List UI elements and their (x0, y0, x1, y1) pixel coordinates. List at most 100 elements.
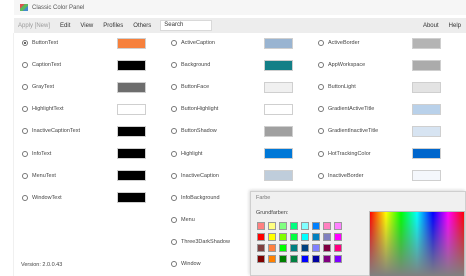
basic-color-cell[interactable] (279, 233, 287, 241)
radio-button[interactable] (22, 62, 28, 69)
color-swatch-active-caption[interactable] (264, 37, 293, 49)
color-option-highlight-text[interactable]: HighlightText (22, 102, 64, 116)
basic-color-cell[interactable] (279, 255, 287, 263)
basic-color-cell[interactable] (290, 255, 298, 263)
basic-color-cell[interactable] (290, 244, 298, 252)
radio-button[interactable] (22, 40, 28, 46)
color-option-active-border[interactable]: ActiveBorder (318, 36, 360, 50)
radio-button[interactable] (171, 106, 177, 113)
basic-color-cell[interactable] (290, 233, 298, 241)
basic-color-cell[interactable] (257, 244, 265, 252)
color-option-inactive-border[interactable]: InactiveBorder (318, 169, 363, 183)
basic-color-cell[interactable] (323, 244, 331, 252)
radio-button[interactable] (22, 84, 28, 91)
color-option-highlight[interactable]: Highlight (171, 147, 202, 161)
radio-button[interactable] (318, 128, 324, 135)
basic-color-cell[interactable] (268, 244, 276, 252)
radio-button[interactable] (22, 128, 28, 135)
radio-button[interactable] (318, 40, 324, 46)
about-menu[interactable]: About (418, 23, 444, 29)
color-option-inactive-caption[interactable]: InactiveCaption (171, 169, 219, 183)
basic-color-cell[interactable] (312, 222, 320, 230)
basic-color-cell[interactable] (323, 233, 331, 241)
color-swatch-active-border[interactable] (412, 37, 441, 49)
basic-color-cell[interactable] (301, 244, 309, 252)
basic-color-cell[interactable] (312, 233, 320, 241)
color-option-menu[interactable]: Menu (171, 213, 195, 227)
basic-color-cell[interactable] (301, 222, 309, 230)
basic-color-cell[interactable] (279, 244, 287, 252)
search-input[interactable]: Search (160, 20, 213, 31)
radio-button[interactable] (318, 84, 324, 91)
basic-color-cell[interactable] (279, 222, 287, 230)
basic-color-cell[interactable] (268, 233, 276, 241)
color-swatch-highlight-text[interactable] (117, 103, 146, 115)
color-option-info-text[interactable]: InfoText (22, 147, 51, 161)
basic-color-cell[interactable] (268, 222, 276, 230)
basic-color-cell[interactable] (290, 222, 298, 230)
color-option-button-highlight[interactable]: ButtonHighlight (171, 102, 218, 116)
others-menu[interactable]: Others (128, 23, 156, 29)
color-swatch-button-face[interactable] (264, 81, 293, 93)
color-swatch-app-workspace[interactable] (412, 59, 441, 71)
basic-color-cell[interactable] (323, 222, 331, 230)
basic-color-cell[interactable] (268, 255, 276, 263)
basic-color-cell[interactable] (334, 233, 342, 241)
color-swatch-inactive-caption-text[interactable] (117, 125, 146, 137)
radio-button[interactable] (22, 150, 28, 157)
radio-button[interactable] (171, 194, 177, 201)
radio-button[interactable] (171, 172, 177, 179)
color-swatch-button-light[interactable] (412, 81, 441, 93)
color-option-background[interactable]: Background (171, 58, 210, 72)
color-swatch-button-text[interactable] (117, 37, 146, 49)
color-swatch-highlight[interactable] (264, 148, 293, 159)
view-menu[interactable]: View (75, 23, 98, 29)
color-option-hot-tracking-color[interactable]: HotTrackingColor (318, 147, 371, 161)
basic-color-cell[interactable] (334, 244, 342, 252)
color-swatch-menu-text[interactable] (117, 170, 146, 182)
basic-color-cell[interactable] (334, 222, 342, 230)
basic-color-cell[interactable] (257, 233, 265, 241)
basic-color-cell[interactable] (257, 255, 265, 263)
color-swatch-gradient-active-title[interactable] (412, 103, 441, 115)
radio-button[interactable] (318, 106, 324, 113)
radio-button[interactable] (171, 84, 177, 91)
color-option-app-workspace[interactable]: AppWorkspace (318, 58, 365, 72)
basic-color-cell[interactable] (301, 233, 309, 241)
basic-color-cell[interactable] (312, 255, 320, 263)
color-option-window-text[interactable]: WindowText (22, 191, 62, 205)
color-option-window[interactable]: Window (171, 257, 201, 271)
radio-button[interactable] (171, 150, 177, 157)
edit-menu[interactable]: Edit (55, 23, 75, 29)
color-option-button-text[interactable]: ButtonText (22, 36, 58, 50)
color-option-button-light[interactable]: ButtonLight (318, 80, 356, 94)
radio-button[interactable] (171, 238, 177, 245)
radio-button[interactable] (22, 172, 28, 179)
color-option-gray-text[interactable]: GrayText (22, 80, 54, 94)
radio-button[interactable] (171, 261, 177, 267)
radio-button[interactable] (318, 172, 324, 179)
color-option-info-background[interactable]: InfoBackground (171, 191, 220, 205)
radio-button[interactable] (318, 150, 324, 157)
color-swatch-gradient-inactive-title[interactable] (412, 125, 441, 137)
color-option-active-caption[interactable]: ActiveCaption (171, 36, 215, 50)
color-swatch-window-text[interactable] (117, 192, 146, 204)
color-option-inactive-caption-text[interactable]: InactiveCaptionText (22, 124, 80, 138)
basic-color-cell[interactable] (323, 255, 331, 263)
apply-menu[interactable]: Apply [New] (14, 23, 55, 29)
radio-button[interactable] (171, 128, 177, 135)
radio-button[interactable] (171, 62, 177, 69)
color-option-button-face[interactable]: ButtonFace (171, 80, 209, 94)
color-option-three3-dark-shadow[interactable]: Three3DarkShadow (171, 235, 230, 249)
color-option-button-shadow[interactable]: ButtonShadow (171, 124, 217, 138)
color-swatch-button-highlight[interactable] (264, 103, 293, 115)
color-swatch-hot-tracking-color[interactable] (412, 148, 441, 159)
color-swatch-inactive-caption[interactable] (264, 170, 293, 182)
color-spectrum[interactable] (369, 211, 465, 276)
radio-button[interactable] (171, 216, 177, 223)
color-swatch-background[interactable] (264, 59, 293, 71)
color-option-gradient-active-title[interactable]: GradientActiveTitle (318, 102, 374, 116)
basic-color-cell[interactable] (334, 255, 342, 263)
radio-button[interactable] (22, 106, 28, 113)
color-option-gradient-inactive-title[interactable]: GradientInactiveTitle (318, 124, 378, 138)
